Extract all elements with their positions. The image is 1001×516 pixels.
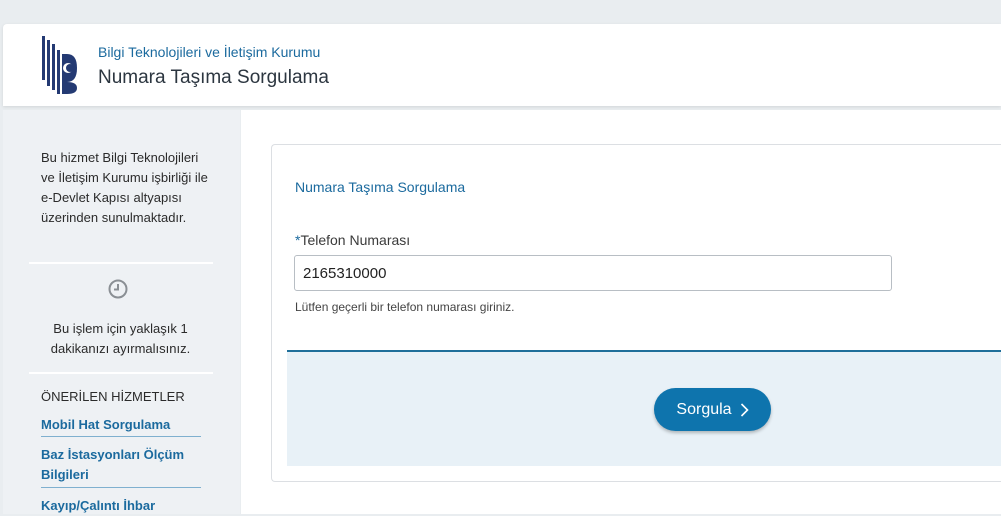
sidebar: Bu hizmet Bilgi Teknolojileri ve İletişi… [3, 110, 240, 514]
form-action-area: Sorgula [287, 350, 1001, 466]
recommended-link-lost-stolen[interactable]: Kayıp/Çalıntı İhbar [41, 496, 201, 516]
main-content: Numara Taşıma Sorgulama *Telefon Numaras… [241, 110, 1001, 514]
page-header: Bilgi Teknolojileri ve İletişim Kurumu N… [3, 24, 1001, 106]
organization-name: Bilgi Teknolojileri ve İletişim Kurumu [98, 44, 321, 60]
chevron-right-icon [740, 402, 749, 417]
recommended-link-mobile-line[interactable]: Mobil Hat Sorgulama [41, 415, 201, 435]
btk-logo-icon [42, 36, 77, 94]
recommended-link-base-stations[interactable]: Baz İstasyonları Ölçüm Bilgileri [41, 445, 201, 485]
sidebar-divider [29, 372, 213, 374]
page-title: Numara Taşıma Sorgulama [98, 67, 329, 88]
phone-number-input[interactable] [294, 255, 892, 291]
clock-icon [108, 279, 128, 299]
phone-field-label: *Telefon Numarası [295, 232, 410, 248]
estimated-time-text: Bu işlem için yaklaşık 1 dakikanızı ayır… [50, 321, 191, 356]
link-underline [41, 487, 201, 488]
sidebar-divider [29, 262, 213, 264]
link-underline [41, 436, 201, 437]
recommended-services-title: ÖNERİLEN HİZMETLER [41, 389, 185, 404]
query-form-card: Numara Taşıma Sorgulama *Telefon Numaras… [271, 144, 1001, 482]
form-title: Numara Taşıma Sorgulama [295, 179, 466, 195]
query-submit-button[interactable]: Sorgula [654, 388, 771, 431]
submit-label: Sorgula [676, 400, 732, 418]
phone-help-text: Lütfen geçerli bir telefon numarası giri… [295, 300, 515, 314]
service-info-text: Bu hizmet Bilgi Teknolojileri ve İletişi… [41, 150, 208, 225]
phone-label-text: Telefon Numarası [300, 232, 411, 248]
